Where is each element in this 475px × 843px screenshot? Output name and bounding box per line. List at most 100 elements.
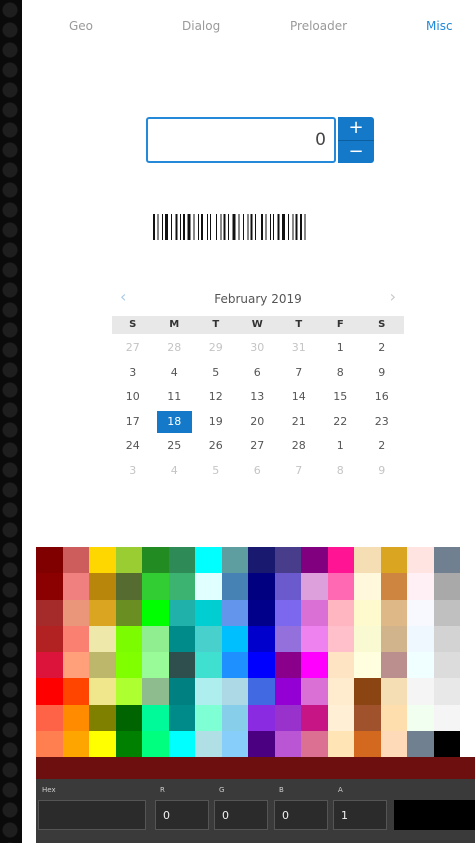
color-swatch[interactable] (380, 599, 407, 626)
color-swatch[interactable] (115, 652, 142, 679)
calendar-day[interactable]: 9 (361, 459, 403, 484)
color-swatch[interactable] (62, 704, 89, 731)
color-swatch[interactable] (301, 730, 328, 757)
color-swatch[interactable] (407, 652, 434, 679)
calendar-day[interactable]: 7 (278, 459, 320, 484)
color-swatch[interactable] (115, 573, 142, 600)
calendar-day[interactable]: 23 (361, 410, 403, 435)
color-swatch[interactable] (168, 730, 195, 757)
color-swatch[interactable] (142, 652, 169, 679)
calendar-day[interactable]: 5 (195, 459, 237, 484)
color-swatch[interactable] (274, 652, 301, 679)
calendar-day[interactable]: 4 (154, 361, 196, 386)
calendar-day[interactable]: 25 (154, 434, 196, 459)
color-swatch[interactable] (274, 625, 301, 652)
tab-misc[interactable]: Misc (426, 19, 453, 33)
calendar-day[interactable]: 8 (320, 361, 362, 386)
color-swatch[interactable] (115, 704, 142, 731)
calendar-day[interactable]: 11 (154, 385, 196, 410)
calendar-day[interactable]: 2 (361, 336, 403, 361)
color-swatch[interactable] (115, 678, 142, 705)
tab-geo[interactable]: Geo (69, 19, 93, 33)
color-swatch[interactable] (327, 652, 354, 679)
color-swatch[interactable] (327, 547, 354, 574)
color-swatch[interactable] (36, 599, 63, 626)
calendar-day[interactable]: 7 (278, 361, 320, 386)
color-swatch[interactable] (301, 625, 328, 652)
color-swatch[interactable] (168, 678, 195, 705)
calendar-day[interactable]: 28 (154, 336, 196, 361)
color-swatch[interactable] (36, 730, 63, 757)
r-input[interactable] (155, 800, 209, 830)
color-swatch[interactable] (62, 547, 89, 574)
color-swatch[interactable] (142, 730, 169, 757)
color-swatch[interactable] (195, 599, 222, 626)
color-swatch[interactable] (89, 704, 116, 731)
calendar-day[interactable]: 28 (278, 434, 320, 459)
color-swatch[interactable] (115, 599, 142, 626)
color-swatch[interactable] (221, 599, 248, 626)
color-swatch[interactable] (221, 730, 248, 757)
color-swatch[interactable] (62, 573, 89, 600)
color-swatch[interactable] (248, 678, 275, 705)
color-swatch[interactable] (36, 573, 63, 600)
color-swatch[interactable] (221, 573, 248, 600)
color-swatch[interactable] (62, 678, 89, 705)
color-swatch[interactable] (327, 625, 354, 652)
color-swatch[interactable] (380, 573, 407, 600)
g-input[interactable] (214, 800, 268, 830)
calendar-day[interactable]: 20 (237, 410, 279, 435)
color-swatch[interactable] (89, 599, 116, 626)
color-swatch[interactable] (62, 625, 89, 652)
color-swatch[interactable] (407, 678, 434, 705)
color-swatch[interactable] (407, 573, 434, 600)
color-swatch[interactable] (327, 599, 354, 626)
color-swatch[interactable] (407, 599, 434, 626)
color-swatch[interactable] (354, 573, 381, 600)
color-swatch[interactable] (380, 652, 407, 679)
color-swatch[interactable] (142, 625, 169, 652)
color-swatch[interactable] (407, 730, 434, 757)
calendar-day[interactable]: 5 (195, 361, 237, 386)
color-swatch[interactable] (168, 599, 195, 626)
color-swatch[interactable] (327, 573, 354, 600)
color-swatch[interactable] (274, 678, 301, 705)
calendar-day[interactable]: 22 (320, 410, 362, 435)
color-swatch[interactable] (327, 704, 354, 731)
color-swatch[interactable] (248, 547, 275, 574)
color-swatch[interactable] (168, 573, 195, 600)
color-swatch[interactable] (433, 730, 460, 757)
color-swatch[interactable] (195, 678, 222, 705)
color-swatch[interactable] (301, 547, 328, 574)
calendar-day[interactable]: 2 (361, 434, 403, 459)
color-swatch[interactable] (354, 704, 381, 731)
decrement-button[interactable]: − (338, 140, 374, 163)
color-swatch[interactable] (168, 652, 195, 679)
color-swatch[interactable] (301, 652, 328, 679)
color-swatch[interactable] (354, 547, 381, 574)
color-swatch[interactable] (36, 652, 63, 679)
color-swatch[interactable] (274, 599, 301, 626)
calendar-day[interactable]: 19 (195, 410, 237, 435)
color-swatch[interactable] (115, 547, 142, 574)
color-swatch[interactable] (433, 625, 460, 652)
color-swatch[interactable] (327, 678, 354, 705)
calendar-day[interactable]: 29 (195, 336, 237, 361)
calendar-day[interactable]: 13 (237, 385, 279, 410)
color-swatch[interactable] (248, 573, 275, 600)
calendar-day-selected[interactable]: 18 (156, 410, 192, 433)
color-swatch[interactable] (248, 730, 275, 757)
color-swatch[interactable] (221, 678, 248, 705)
color-swatch[interactable] (195, 547, 222, 574)
color-swatch[interactable] (195, 652, 222, 679)
color-swatch[interactable] (62, 652, 89, 679)
color-swatch[interactable] (142, 678, 169, 705)
calendar-day[interactable]: 6 (237, 361, 279, 386)
calendar-day[interactable]: 12 (195, 385, 237, 410)
color-swatch[interactable] (195, 704, 222, 731)
color-swatch[interactable] (380, 704, 407, 731)
calendar-day[interactable]: 27 (237, 434, 279, 459)
color-swatch[interactable] (248, 625, 275, 652)
color-swatch[interactable] (36, 547, 63, 574)
calendar-day[interactable]: 1 (320, 336, 362, 361)
